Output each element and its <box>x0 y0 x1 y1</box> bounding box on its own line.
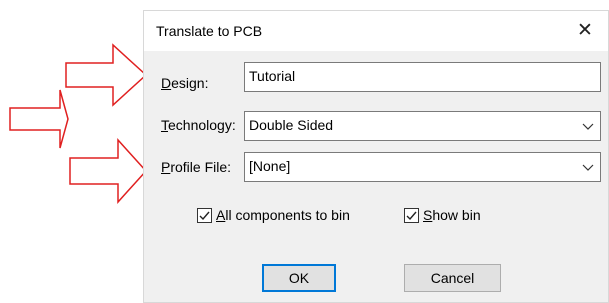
design-label: Design: <box>161 75 209 91</box>
all-components-to-bin-label: All components to bin <box>216 207 350 223</box>
show-bin-checkbox[interactable]: Show bin <box>404 206 481 224</box>
close-icon[interactable]: ✕ <box>570 17 600 45</box>
chevron-down-icon <box>582 164 594 171</box>
right-arrow-icon <box>69 138 148 204</box>
design-value: Tutorial <box>249 68 296 84</box>
right-arrow-icon <box>65 43 148 107</box>
right-arrow-icon <box>9 89 69 149</box>
technology-value: Double Sided <box>249 117 334 133</box>
design-input[interactable]: Tutorial <box>244 62 601 92</box>
ok-button[interactable]: OK <box>262 264 336 292</box>
checkbox-box[interactable] <box>404 207 419 223</box>
technology-label: Technology: <box>161 117 236 133</box>
dialog-title: Translate to PCB <box>156 23 263 39</box>
profile-file-label: Profile File: <box>161 159 232 175</box>
profile-file-select[interactable]: [None] <box>244 152 601 182</box>
checkmark-icon <box>406 211 417 220</box>
annotation-arrows <box>9 43 148 204</box>
checkbox-box[interactable] <box>197 207 212 223</box>
profile-file-value: [None] <box>249 158 291 174</box>
all-components-to-bin-checkbox[interactable]: All components to bin <box>197 206 350 224</box>
chevron-down-icon <box>582 123 594 130</box>
show-bin-label: Show bin <box>423 207 481 223</box>
title-bar: Translate to PCB ✕ <box>144 11 608 51</box>
checkmark-icon <box>199 211 210 220</box>
translate-to-pcb-dialog: Translate to PCB ✕ Design: Tutorial Tech… <box>143 10 609 303</box>
technology-select[interactable]: Double Sided <box>244 111 601 141</box>
cancel-button[interactable]: Cancel <box>404 264 501 292</box>
